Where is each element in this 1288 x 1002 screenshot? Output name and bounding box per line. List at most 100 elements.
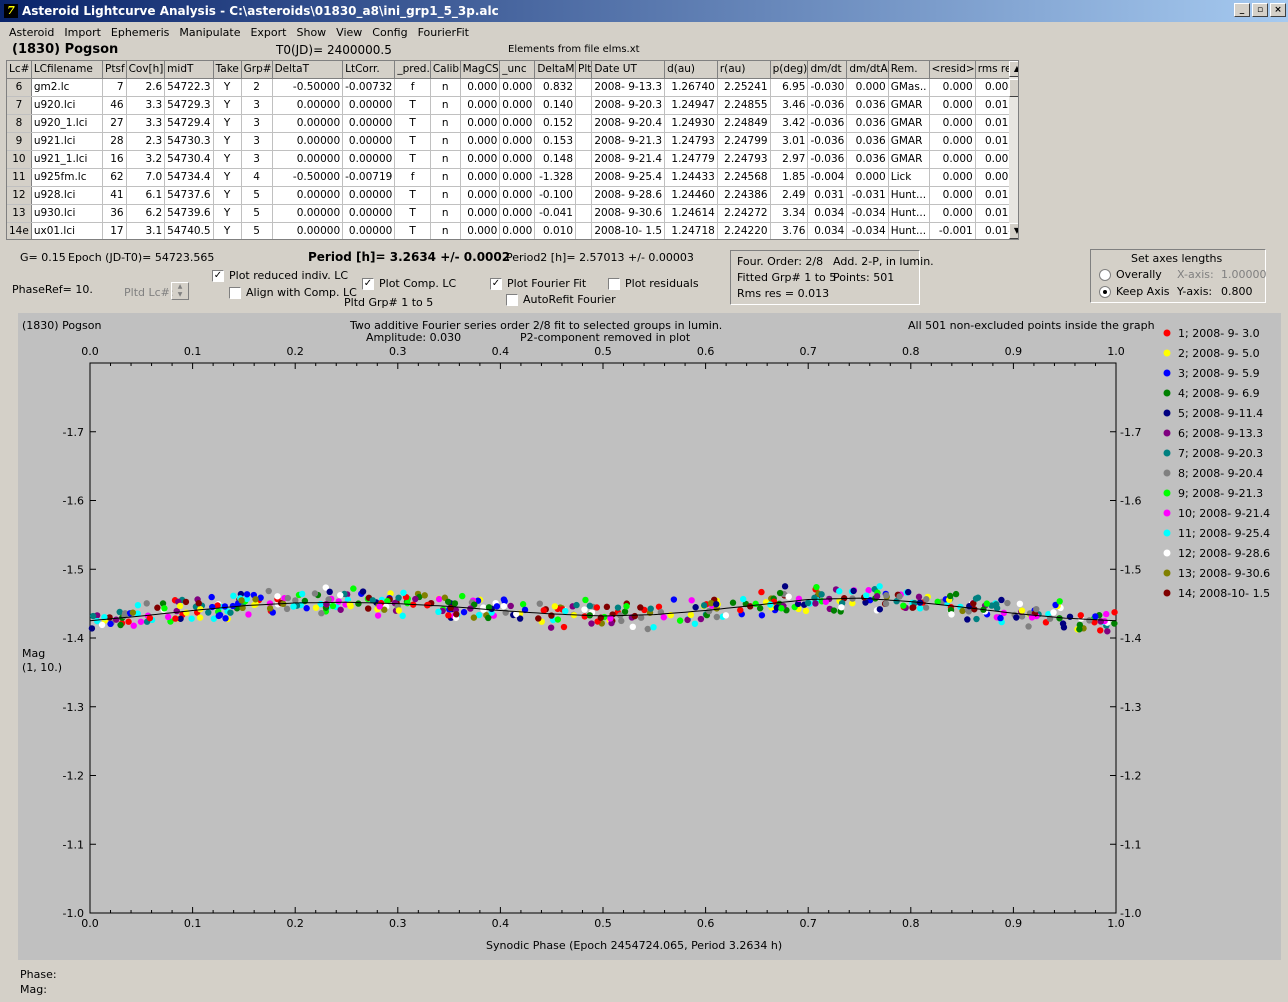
column-header[interactable]: Ptsf <box>102 61 127 79</box>
table-cell[interactable]: -0.036 <box>807 150 848 169</box>
table-cell[interactable]: 54730.3 <box>164 132 214 151</box>
column-header[interactable]: p(deg) <box>770 61 809 79</box>
table-cell[interactable]: 2.25241 <box>717 78 771 97</box>
radio-keep[interactable]: Keep Axis <box>1099 285 1170 298</box>
table-cell[interactable]: -0.034 <box>846 222 889 239</box>
radio-icon[interactable] <box>1099 268 1111 281</box>
table-cell[interactable]: n <box>430 186 461 205</box>
column-header[interactable]: DeltaT <box>272 61 344 79</box>
table-cell[interactable]: T <box>394 132 431 151</box>
table-cell[interactable]: 5 <box>241 222 273 239</box>
column-header[interactable]: _pred. <box>394 61 431 79</box>
table-cell[interactable]: 0.000 <box>499 222 536 239</box>
table-cell[interactable] <box>575 186 593 205</box>
table-cell[interactable]: 54734.4 <box>164 168 214 187</box>
table-cell[interactable]: 54722.3 <box>164 78 214 97</box>
column-header[interactable]: r(au) <box>717 61 771 79</box>
table-cell[interactable]: 0.036 <box>846 150 889 169</box>
column-header[interactable]: DeltaM <box>534 61 576 79</box>
table-cell[interactable]: 0.000 <box>499 150 536 169</box>
table-cell[interactable]: GMAR <box>888 132 930 151</box>
table-cell[interactable]: T <box>394 114 431 133</box>
table-cell[interactable]: 0.00000 <box>272 96 344 115</box>
table-cell[interactable]: Y <box>213 78 242 97</box>
menu-config[interactable]: Config <box>367 26 412 39</box>
row-header[interactable]: 9 <box>7 132 32 151</box>
table-cell[interactable]: 0.000 <box>460 114 501 133</box>
row-header[interactable]: 13 <box>7 204 32 223</box>
column-header[interactable]: dm/dtA <box>846 61 889 79</box>
table-cell[interactable]: 0.000 <box>929 150 976 169</box>
table-cell[interactable]: 0.000 <box>460 150 501 169</box>
column-header[interactable]: midT <box>164 61 214 79</box>
table-cell[interactable]: 1.24614 <box>664 204 718 223</box>
radio-overally[interactable]: Overally <box>1099 268 1162 281</box>
column-header[interactable]: _unc <box>499 61 536 79</box>
table-cell[interactable]: 0.000 <box>460 78 501 97</box>
table-cell[interactable]: u920.lci <box>31 96 104 115</box>
table-cell[interactable]: -0.034 <box>846 204 889 223</box>
column-header[interactable]: Lc# <box>7 61 32 79</box>
table-row[interactable]: 14e ux01.lci 17 3.1 54740.5 Y 5 0.00000 0.00000 T… <box>7 222 1018 239</box>
table-cell[interactable]: 1.24930 <box>664 114 718 133</box>
table-cell[interactable]: -0.004 <box>807 168 848 187</box>
table-cell[interactable]: 0.00000 <box>342 186 396 205</box>
table-cell[interactable]: 0.000 <box>929 132 976 151</box>
menu-asteroid[interactable]: Asteroid <box>4 26 59 39</box>
table-cell[interactable]: 0.000 <box>499 114 536 133</box>
table-cell[interactable]: T <box>394 96 431 115</box>
table-cell[interactable]: GMAR <box>888 96 930 115</box>
table-cell[interactable]: n <box>430 78 461 97</box>
table-cell[interactable]: -0.030 <box>807 78 848 97</box>
table-cell[interactable]: 0.000 <box>460 132 501 151</box>
cb-reduced[interactable]: ✓ Plot reduced indiv. LC <box>212 269 348 282</box>
column-header[interactable]: Calib <box>430 61 461 79</box>
table-cell[interactable]: n <box>430 168 461 187</box>
table-row[interactable]: 12 u928.lci 41 6.1 54737.6 Y 5 0.00000 0.00000 Tn… <box>7 186 1018 205</box>
table-cell[interactable]: 1.26740 <box>664 78 718 97</box>
restore-button[interactable]: ▫ <box>1252 3 1268 17</box>
table-cell[interactable]: 0.000 <box>846 168 889 187</box>
row-header[interactable]: 10 <box>7 150 32 169</box>
table-cell[interactable]: T <box>394 186 431 205</box>
column-header[interactable]: Grp# <box>241 61 273 79</box>
table-cell[interactable]: 0.00000 <box>342 150 396 169</box>
table-cell[interactable]: 54737.6 <box>164 186 214 205</box>
cb-residuals[interactable]: Plot residuals <box>608 277 699 290</box>
table-cell[interactable]: 3 <box>241 96 273 115</box>
table-cell[interactable]: 6.1 <box>126 186 166 205</box>
table-cell[interactable]: -0.50000 <box>272 78 344 97</box>
table-row[interactable]: 11 u925fm.lc 62 7.0 54734.4 Y 4 -0.50000 -0.0071… <box>7 168 1018 187</box>
column-header[interactable]: Cov[h] <box>126 61 166 79</box>
close-button[interactable]: × <box>1270 3 1286 17</box>
table-cell[interactable] <box>575 132 593 151</box>
table-cell[interactable]: 0.000 <box>929 114 976 133</box>
table-cell[interactable]: n <box>430 222 461 239</box>
table-cell[interactable]: 54729.3 <box>164 96 214 115</box>
table-cell[interactable]: 2008-10- 1.5 <box>591 222 666 239</box>
column-header[interactable]: Take <box>213 61 242 79</box>
table-row[interactable]: 7 u920.lci 46 3.3 54729.3 Y 3 0.00000 0.00000 Tn 0… <box>7 96 1018 115</box>
column-header[interactable]: MagCS <box>460 61 501 79</box>
table-cell[interactable]: 2.24386 <box>717 186 771 205</box>
table-cell[interactable]: 2 <box>241 78 273 97</box>
table-cell[interactable]: 0.000 <box>499 78 536 97</box>
table-cell[interactable]: Lick <box>888 168 930 187</box>
column-header[interactable]: LCfilename <box>31 61 104 79</box>
checkbox-icon[interactable] <box>608 277 620 290</box>
menu-import[interactable]: Import <box>59 26 106 39</box>
table-cell[interactable]: 3 <box>241 132 273 151</box>
table-cell[interactable]: -0.031 <box>846 186 889 205</box>
table-cell[interactable] <box>575 114 593 133</box>
table-cell[interactable]: 0.000 <box>460 168 501 187</box>
table-cell[interactable]: 2008- 9-21.4 <box>591 150 666 169</box>
table-cell[interactable]: 0.034 <box>807 204 848 223</box>
table-cell[interactable]: n <box>430 150 461 169</box>
row-header[interactable]: 7 <box>7 96 32 115</box>
checkbox-icon[interactable]: ✓ <box>212 269 224 282</box>
table-cell[interactable]: 0.000 <box>499 96 536 115</box>
table-cell[interactable]: 0.036 <box>846 132 889 151</box>
table-cell[interactable]: 0.010 <box>534 222 576 239</box>
row-header[interactable]: 11 <box>7 168 32 187</box>
table-cell[interactable]: -0.001 <box>929 222 976 239</box>
